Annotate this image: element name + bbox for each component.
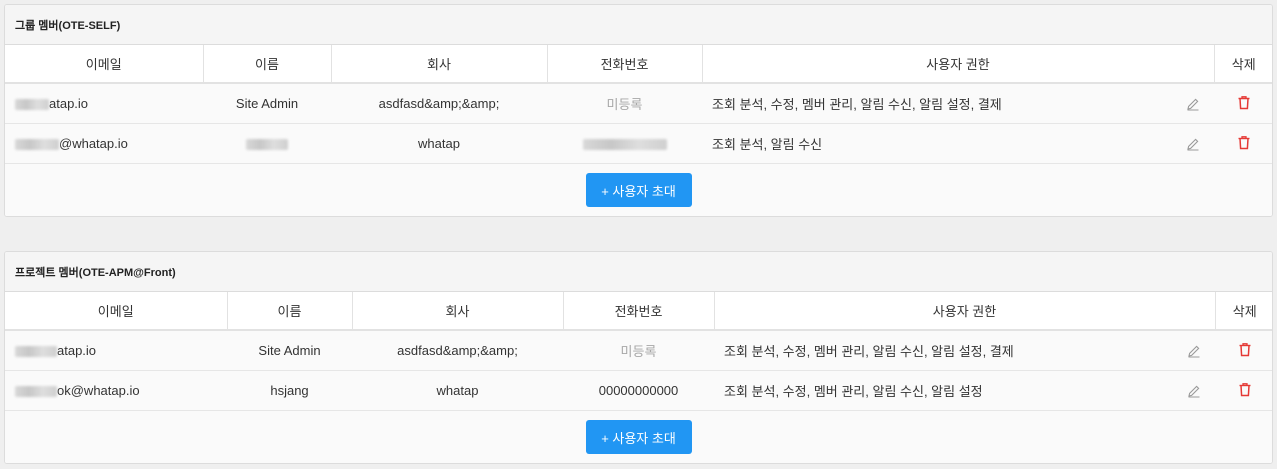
column-header-delete: 삭제 [1214, 45, 1272, 84]
column-header-company: 회사 [352, 292, 564, 331]
table-header-row: 이메일 이름 회사 전화번호 사용자 권한 삭제 [5, 292, 1272, 331]
trash-icon[interactable] [1237, 95, 1251, 110]
redacted-phone [582, 139, 667, 151]
pencil-icon[interactable] [1187, 344, 1201, 358]
project-members-table: 이메일 이름 회사 전화번호 사용자 권한 삭제 atap.io Site Ad… [5, 292, 1272, 411]
member-company: asdfasd&amp;&amp; [352, 330, 563, 371]
member-email: @whatap.io [59, 136, 128, 151]
column-header-delete: 삭제 [1215, 292, 1272, 331]
project-members-title: 프로젝트 멤버(OTE-APM@Front) [5, 252, 1272, 292]
member-name: Site Admin [227, 330, 352, 371]
member-company: asdfasd&amp;&amp; [331, 83, 547, 124]
member-email: atap.io [49, 96, 89, 111]
table-row: @whatap.io whatap 조회 분석, 알림 수신 [5, 123, 1272, 164]
column-header-phone: 전화번호 [547, 45, 703, 84]
pencil-icon[interactable] [1186, 97, 1200, 111]
invite-user-button[interactable]: + 사용자 초대 [585, 420, 692, 454]
trash-icon[interactable] [1238, 382, 1252, 397]
redacted-email-prefix [15, 386, 57, 398]
member-name: hsjang [227, 370, 352, 411]
member-permission: 조회 분석, 수정, 멤버 관리, 알림 수신, 알림 설정, 결제 [724, 344, 1014, 359]
column-header-permission: 사용자 권한 [714, 292, 1216, 331]
member-permission: 조회 분석, 알림 수신 [712, 137, 823, 152]
member-permission: 조회 분석, 수정, 멤버 관리, 알림 수신, 알림 설정, 결제 [712, 97, 1002, 112]
redacted-email-prefix [15, 139, 59, 151]
member-permission: 조회 분석, 수정, 멤버 관리, 알림 수신, 알림 설정 [724, 384, 983, 399]
trash-icon[interactable] [1238, 342, 1252, 357]
group-members-title: 그룹 멤버(OTE-SELF) [5, 5, 1272, 45]
column-header-company: 회사 [331, 45, 548, 84]
table-row: atap.io Site Admin asdfasd&amp;&amp; 미등록… [5, 330, 1272, 371]
column-header-permission: 사용자 권한 [702, 45, 1215, 84]
redacted-email-prefix [15, 346, 57, 358]
column-header-phone: 전화번호 [563, 292, 715, 331]
invite-footer: + 사용자 초대 [5, 164, 1272, 216]
group-members-table: 이메일 이름 회사 전화번호 사용자 권한 삭제 atap.io Site Ad… [5, 45, 1272, 164]
member-email: atap.io [57, 343, 97, 358]
trash-icon[interactable] [1237, 135, 1251, 150]
pencil-icon[interactable] [1187, 384, 1201, 398]
table-row: atap.io Site Admin asdfasd&amp;&amp; 미등록… [5, 83, 1272, 124]
member-phone: 미등록 [563, 330, 714, 371]
column-header-name: 이름 [203, 45, 332, 84]
table-header-row: 이메일 이름 회사 전화번호 사용자 권한 삭제 [5, 45, 1272, 84]
column-header-email: 이메일 [5, 292, 228, 331]
table-row: ok@whatap.io hsjang whatap 00000000000 조… [5, 370, 1272, 411]
member-company: whatap [331, 123, 547, 164]
redacted-name [246, 139, 288, 151]
member-name: Site Admin [203, 83, 331, 124]
redacted-email-prefix [15, 99, 49, 111]
project-members-panel: 프로젝트 멤버(OTE-APM@Front) 이메일 이름 회사 전화번호 사용… [4, 251, 1273, 464]
pencil-icon[interactable] [1186, 137, 1200, 151]
group-members-panel: 그룹 멤버(OTE-SELF) 이메일 이름 회사 전화번호 사용자 권한 삭제… [4, 4, 1273, 217]
member-phone: 미등록 [547, 83, 702, 124]
member-email: ok@whatap.io [57, 383, 140, 398]
column-header-name: 이름 [227, 292, 353, 331]
member-phone: 00000000000 [563, 370, 714, 411]
member-company: whatap [352, 370, 563, 411]
column-header-email: 이메일 [5, 45, 204, 84]
invite-footer: + 사용자 초대 [5, 411, 1272, 463]
invite-user-button[interactable]: + 사용자 초대 [585, 173, 692, 207]
